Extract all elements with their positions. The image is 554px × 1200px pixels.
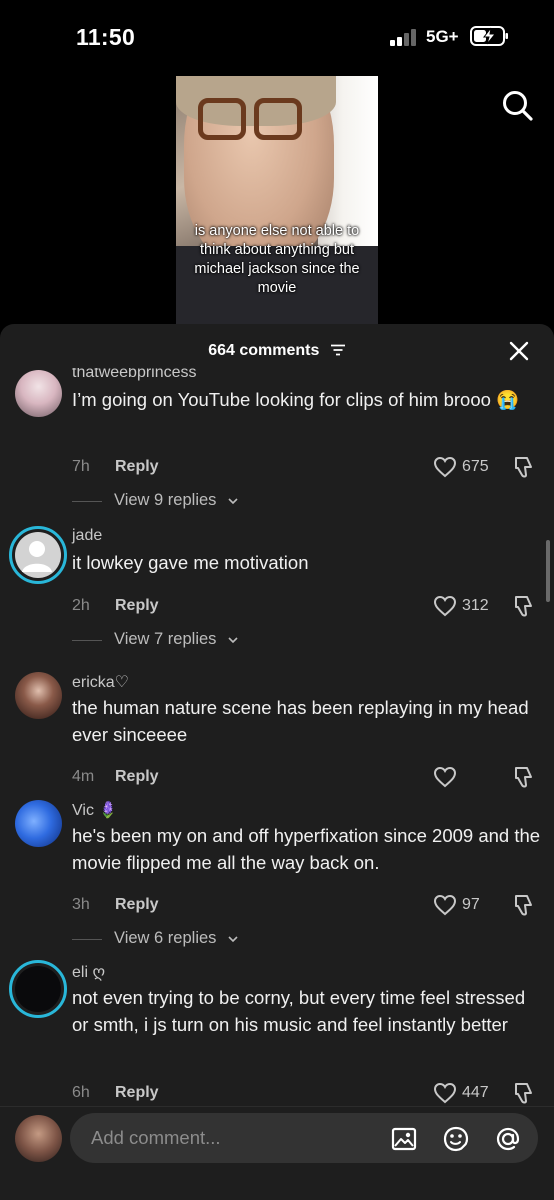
chevron-down-icon bbox=[228, 498, 238, 505]
heart-outline-icon[interactable] bbox=[433, 1082, 457, 1104]
comment-age: 6h bbox=[72, 1084, 90, 1101]
comment-username[interactable]: ericka♡ bbox=[72, 672, 129, 692]
comment-age: 2h bbox=[72, 597, 90, 614]
replies-divider bbox=[72, 939, 102, 940]
heart-outline-icon[interactable] bbox=[433, 766, 457, 788]
comment-actions: 3h Reply 97 bbox=[72, 893, 542, 918]
comment-actions: 4m Reply bbox=[72, 765, 542, 790]
comment-text: not even trying to be corny, but every t… bbox=[72, 987, 526, 1035]
comment-actions: 7h Reply 675 bbox=[72, 455, 542, 480]
comments-count-label: 664 comments bbox=[208, 342, 320, 359]
comment-text: he's been my on and off hyperfixation si… bbox=[72, 825, 541, 873]
battery-charging-icon bbox=[470, 26, 508, 46]
like-count: 675 bbox=[462, 458, 489, 475]
chevron-down-icon bbox=[228, 936, 238, 943]
heart-outline-icon[interactable] bbox=[433, 894, 457, 916]
comment-text: the human nature scene has been replayin… bbox=[72, 697, 529, 745]
reply-button[interactable]: Reply bbox=[115, 768, 159, 786]
replies-divider bbox=[72, 501, 102, 502]
reply-button[interactable]: Reply bbox=[115, 1084, 159, 1102]
view-replies-button[interactable]: View 6 replies bbox=[72, 929, 272, 951]
avatar[interactable] bbox=[15, 800, 62, 847]
heart-outline-icon[interactable] bbox=[433, 456, 457, 478]
comments-sheet: 664 comments thatweebprincess I’m going … bbox=[0, 324, 554, 1200]
video-preview[interactable]: is anyone else not able to think about a… bbox=[176, 76, 378, 326]
reply-button[interactable]: Reply bbox=[115, 896, 159, 914]
view-replies-button[interactable]: View 7 replies bbox=[72, 630, 272, 652]
comments-list[interactable]: thatweebprincess I’m going on YouTube lo… bbox=[0, 368, 554, 1106]
add-comment-input[interactable]: Add comment... bbox=[70, 1113, 538, 1163]
close-icon[interactable] bbox=[508, 340, 530, 362]
scrollbar-thumb[interactable] bbox=[546, 540, 550, 602]
signal-strength-icon bbox=[390, 28, 420, 46]
thumbs-down-icon[interactable] bbox=[512, 893, 534, 917]
status-time: 11:50 bbox=[76, 24, 136, 50]
view-replies-label: View 7 replies bbox=[114, 630, 217, 648]
avatar-image bbox=[15, 966, 61, 1012]
comment-actions: 2h Reply 312 bbox=[72, 594, 542, 619]
video-glasses bbox=[194, 98, 304, 144]
sort-icon[interactable] bbox=[330, 344, 346, 356]
status-bar: 11:50 5G+ bbox=[0, 0, 554, 74]
comment-username[interactable]: thatweebprincess bbox=[72, 368, 197, 382]
replies-divider bbox=[72, 640, 102, 641]
person-silhouette-icon bbox=[22, 541, 52, 572]
like-count: 312 bbox=[462, 597, 489, 614]
image-icon[interactable] bbox=[390, 1125, 418, 1153]
thumbs-down-icon[interactable] bbox=[512, 1081, 534, 1105]
avatar[interactable] bbox=[15, 370, 62, 417]
avatar[interactable] bbox=[9, 960, 67, 1018]
add-comment-placeholder: Add comment... bbox=[91, 1127, 221, 1148]
comment-actions: 6h Reply 447 bbox=[72, 1081, 542, 1106]
comment-age: 4m bbox=[72, 768, 95, 785]
view-replies-button[interactable]: View 9 replies bbox=[72, 491, 272, 513]
comment-username[interactable]: jade bbox=[72, 527, 102, 545]
current-user-avatar[interactable] bbox=[15, 1115, 62, 1162]
like-count: 97 bbox=[462, 896, 480, 913]
thumbs-down-icon[interactable] bbox=[512, 765, 534, 789]
comment-text: I’m going on YouTube looking for clips o… bbox=[72, 389, 520, 410]
heart-outline-icon[interactable] bbox=[433, 595, 457, 617]
chevron-down-icon bbox=[228, 637, 238, 644]
avatar[interactable] bbox=[9, 526, 67, 584]
thumbs-down-icon[interactable] bbox=[512, 594, 534, 618]
reply-button[interactable]: Reply bbox=[115, 597, 159, 615]
like-count: 447 bbox=[462, 1084, 489, 1101]
comment-username[interactable]: Vic 🪻 bbox=[72, 800, 118, 820]
search-icon[interactable] bbox=[500, 88, 536, 124]
comment-username[interactable]: eli ღ bbox=[72, 962, 105, 982]
comment-composer-bar: Add comment... bbox=[0, 1106, 554, 1200]
view-replies-label: View 6 replies bbox=[114, 929, 217, 947]
network-label: 5G+ bbox=[426, 27, 459, 46]
video-caption: is anyone else not able to think about a… bbox=[194, 223, 360, 296]
view-replies-label: View 9 replies bbox=[114, 491, 217, 509]
thumbs-down-icon[interactable] bbox=[512, 455, 534, 479]
comment-age: 7h bbox=[72, 458, 90, 475]
reply-button[interactable]: Reply bbox=[115, 458, 159, 476]
comment-age: 3h bbox=[72, 896, 90, 913]
default-avatar-icon bbox=[15, 532, 61, 578]
comments-title[interactable]: 664 comments bbox=[0, 342, 554, 360]
comment-text: it lowkey gave me motivation bbox=[72, 552, 309, 573]
emoji-icon[interactable] bbox=[442, 1125, 470, 1153]
avatar[interactable] bbox=[15, 672, 62, 719]
at-icon[interactable] bbox=[494, 1125, 522, 1153]
